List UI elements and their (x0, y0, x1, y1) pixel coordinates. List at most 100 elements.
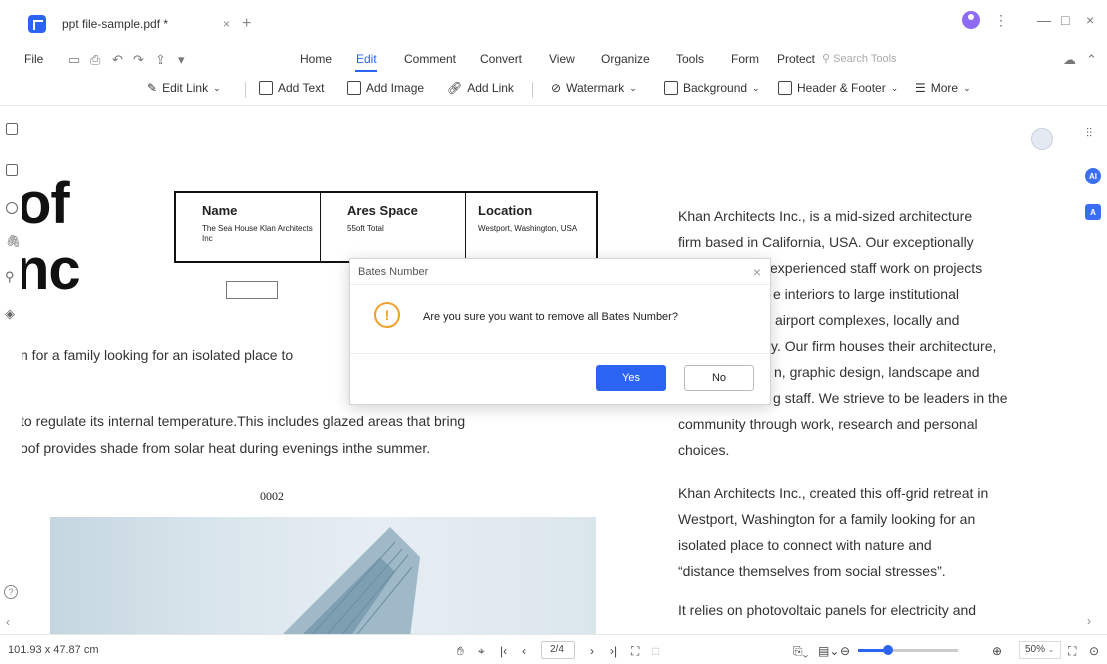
first-page-icon[interactable]: |‹ (500, 644, 507, 658)
avatar[interactable] (962, 11, 980, 29)
layers-icon[interactable]: ◈ (5, 306, 15, 322)
document-tab[interactable]: ppt file-sample.pdf * × (56, 8, 236, 40)
save-icon[interactable]: ▭ (68, 52, 80, 68)
info-location-header: Location (478, 203, 533, 218)
dialog-divider (350, 284, 770, 285)
undo-icon[interactable]: ↶ (112, 52, 123, 68)
paperclip-icon[interactable]: 🖇︎ (6, 234, 21, 248)
background-label: Background (683, 81, 748, 95)
properties-sliders-icon[interactable]: ⫶⫶ (1086, 126, 1092, 141)
bates-placeholder-box[interactable] (226, 281, 278, 299)
background-button[interactable]: Background ⌄ (664, 81, 760, 95)
info-space-column: Ares Space 55oft Total (321, 193, 466, 261)
collapse-ribbon-icon[interactable]: ⌃ (1086, 52, 1097, 68)
menu-edit[interactable]: Edit (356, 52, 377, 66)
print-icon[interactable]: ⎙ (90, 52, 100, 68)
cloud-upload-icon[interactable]: ☁ (1063, 52, 1076, 68)
maximize-icon[interactable]: □ (1061, 12, 1069, 28)
bates-number-dialog: Bates Number × ! Are you sure you want t… (349, 258, 771, 405)
bookmark-icon[interactable] (6, 164, 18, 176)
collapse-right-icon[interactable]: › (1087, 614, 1091, 628)
translate-icon[interactable]: A (1085, 204, 1101, 220)
paragraph-line: Khan Architects Inc., is a mid-sized arc… (678, 208, 973, 224)
last-page-icon[interactable]: ›| (610, 644, 617, 658)
header-footer-icon (778, 81, 792, 95)
menu-home[interactable]: Home (300, 52, 332, 66)
menu-bar: File ▭ ⎙ ↶ ↷ ⇪ ▾ Home Edit Comment Conve… (0, 48, 1107, 74)
chevron-down-icon: ⌄ (629, 82, 637, 93)
page-layout-icon[interactable]: □ (652, 644, 659, 658)
prev-page-icon[interactable]: ‹ (522, 644, 526, 658)
menu-form[interactable]: Form (731, 52, 759, 66)
help-icon[interactable]: ? (4, 585, 18, 599)
yes-button[interactable]: Yes (596, 365, 666, 391)
edit-toolbar: ✎ Edit Link ⌄ Add Text Add Image 🔗︎ Add … (0, 74, 1107, 106)
new-tab-icon[interactable]: + (242, 15, 251, 33)
search-tools[interactable]: ⚲ Search Tools (822, 52, 897, 65)
image-icon (347, 81, 361, 95)
page-view-icon[interactable]: ▤⌄ (818, 644, 839, 658)
collapse-left-icon[interactable]: ‹ (6, 615, 10, 629)
more-button[interactable]: ☰ More ⌄ (915, 81, 971, 95)
info-space-header: Ares Space (347, 203, 418, 218)
zoom-select[interactable]: 50% ⌄ (1019, 641, 1061, 659)
more-options-icon[interactable]: ⋮ (994, 12, 1008, 29)
zoom-slider[interactable] (858, 645, 958, 655)
zoom-slider-knob[interactable] (883, 645, 893, 655)
redo-icon[interactable]: ↷ (133, 52, 144, 68)
view-mode-icon[interactable]: ⎘⌄ (793, 644, 808, 659)
background-icon (664, 81, 678, 95)
menu-view[interactable]: View (549, 52, 575, 66)
minimize-icon[interactable]: — (1037, 12, 1051, 28)
menu-protect[interactable]: Protect (777, 52, 815, 66)
quick-access-dropdown-icon[interactable]: ▾ (178, 52, 185, 68)
fullscreen-icon[interactable]: ⛶ (1068, 644, 1076, 659)
share-icon[interactable]: ⇪ (155, 52, 166, 68)
watermark-button[interactable]: ⊘ Watermark ⌄ (551, 81, 637, 95)
hand-tool-icon[interactable]: ✋︎ (457, 644, 464, 659)
search-tools-label: Search Tools (833, 53, 897, 65)
right-paragraph-2: Khan Architects Inc., created this off-g… (678, 480, 1058, 584)
info-location-column: Location Westport, Washington, USA (466, 193, 596, 261)
page-dimensions: 101.93 x 47.87 cm (8, 644, 99, 656)
paragraph-line: community through work, research and per… (678, 416, 978, 432)
select-tool-icon[interactable]: ⌖ (478, 644, 485, 659)
no-button[interactable]: No (684, 365, 754, 391)
menu-organize[interactable]: Organize (601, 52, 650, 66)
page-icon[interactable] (6, 123, 18, 135)
menu-comment[interactable]: Comment (404, 52, 456, 66)
watermark-label: Watermark (566, 81, 625, 95)
comment-icon[interactable] (6, 202, 18, 214)
settings-icon[interactable]: ⊙ (1089, 644, 1099, 658)
search-icon[interactable]: ⚲ (5, 269, 15, 285)
menu-file[interactable]: File (24, 52, 43, 66)
toolbar-divider (245, 82, 246, 98)
info-name-header: Name (202, 203, 238, 218)
left-sidebar: 🖇︎ ⚲ ◈ ? ‹ (0, 106, 22, 634)
warning-icon: ! (374, 302, 400, 328)
menu-tools[interactable]: Tools (676, 52, 704, 66)
ai-doc-icon[interactable] (1031, 128, 1053, 150)
add-image-button[interactable]: Add Image (347, 81, 424, 95)
fit-page-icon[interactable]: ⛶ (631, 644, 639, 659)
tab-close-icon[interactable]: × (223, 17, 230, 31)
zoom-out-icon[interactable]: ⊖ (840, 644, 850, 658)
close-icon[interactable]: × (753, 264, 761, 280)
ai-assistant-icon[interactable]: AI (1085, 168, 1101, 184)
next-page-icon[interactable]: › (590, 644, 594, 658)
menu-convert[interactable]: Convert (480, 52, 522, 66)
dialog-message: Are you sure you want to remove all Bate… (423, 311, 678, 323)
project-info-table: Name The Sea House Klan Architects Inc A… (174, 191, 598, 263)
watermark-icon: ⊘ (551, 81, 562, 95)
header-footer-button[interactable]: Header & Footer ⌄ (778, 81, 898, 95)
chevron-down-icon: ⌄ (752, 82, 760, 93)
zoom-in-icon[interactable]: ⊕ (992, 644, 1002, 658)
info-name-value: The Sea House Klan Architects Inc (202, 224, 313, 243)
dialog-divider (350, 353, 770, 354)
close-window-icon[interactable]: × (1086, 12, 1094, 28)
add-link-button[interactable]: 🔗︎ Add Link (447, 81, 514, 95)
paragraph-line: isolated place to connect with nature an… (678, 537, 932, 553)
edit-link-button[interactable]: ✎ Edit Link ⌄ (147, 81, 221, 95)
add-text-button[interactable]: Add Text (259, 81, 324, 95)
page-number-input[interactable]: 2/4 (541, 641, 575, 659)
